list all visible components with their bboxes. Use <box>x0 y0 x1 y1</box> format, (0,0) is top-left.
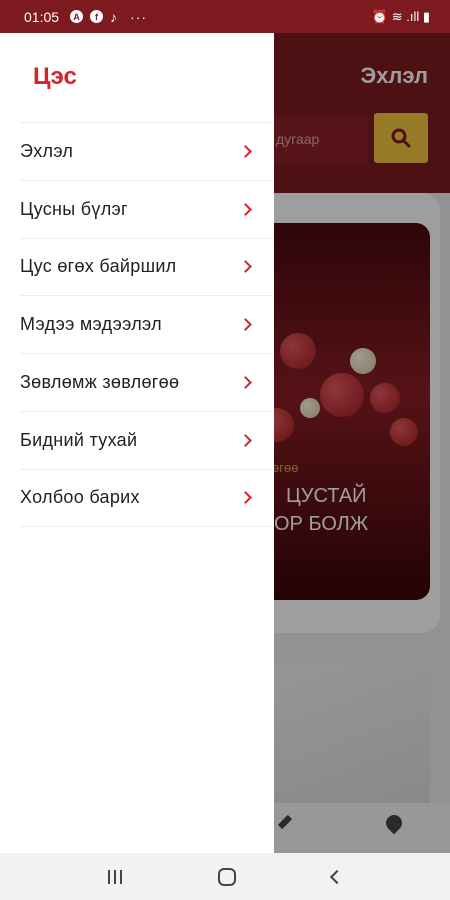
system-status-icons: ⏰ ≋ .ıll ▮ <box>371 8 430 24</box>
menu-item-label: Мэдээ мэдээлэл <box>20 314 162 335</box>
back-icon[interactable] <box>329 869 345 884</box>
menu-item-label: Эхлэл <box>20 140 74 161</box>
notification-a-icon: A <box>70 10 84 23</box>
chevron-right-icon <box>239 202 252 216</box>
menu-item-about[interactable]: Бидний тухай <box>20 410 272 469</box>
chevron-right-icon <box>239 318 252 332</box>
menu-item-contact[interactable]: Холбоо барих <box>20 468 272 527</box>
drawer-title: Цэс <box>33 63 77 90</box>
status-bar: 01:05 A f ♪ ··· ⏰ ≋ .ıll ▮ <box>0 0 450 33</box>
menu-item-donation-locations[interactable]: Цус өгөх байршил <box>20 237 272 296</box>
system-navigation-bar <box>0 853 450 900</box>
menu-item-home[interactable]: Эхлэл <box>20 122 272 180</box>
menu-item-label: Зөвлөмж зөвлөгөө <box>20 372 180 393</box>
menu-item-label: Бидний тухай <box>20 429 138 450</box>
chevron-right-icon <box>239 434 252 447</box>
menu-item-label: Цусны бүлэг <box>20 198 128 219</box>
recent-apps-icon[interactable] <box>108 869 122 884</box>
menu-item-blood-type[interactable]: Цусны бүлэг <box>20 179 272 238</box>
drawer-menu: Эхлэл Цусны бүлэг Цус өгөх байршил Мэдээ… <box>20 122 272 527</box>
menu-item-news[interactable]: Мэдээ мэдээлэл <box>20 295 272 353</box>
navigation-drawer: Цэс Эхлэл Цусны бүлэг Цус өгөх байршил М… <box>0 33 274 853</box>
chevron-right-icon <box>239 260 252 274</box>
chevron-right-icon <box>239 376 252 389</box>
facebook-icon: f <box>90 10 104 23</box>
menu-item-label: Цус өгөх байршил <box>20 256 177 277</box>
chevron-right-icon <box>239 145 252 158</box>
tiktok-icon: ♪ <box>110 8 118 25</box>
more-notifications-icon: ··· <box>130 8 148 25</box>
chevron-right-icon <box>239 491 252 505</box>
menu-item-advice[interactable]: Зөвлөмж зөвлөгөө <box>20 353 272 411</box>
menu-item-label: Холбоо барих <box>20 487 140 508</box>
status-time: 01:05 <box>24 8 60 25</box>
home-icon[interactable] <box>218 867 236 886</box>
